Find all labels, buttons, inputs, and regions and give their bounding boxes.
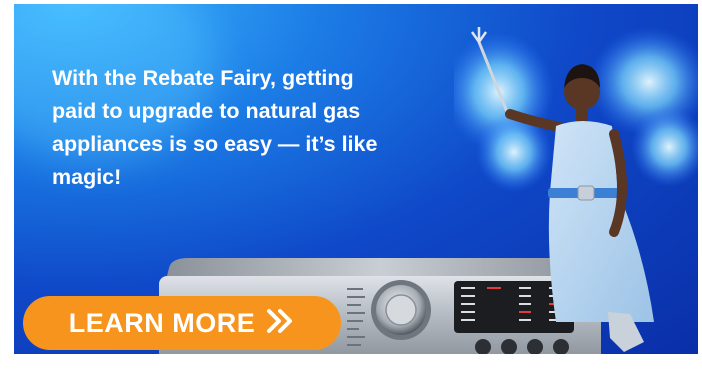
learn-more-label: LEARN MORE bbox=[68, 307, 256, 338]
learn-more-button[interactable]: LEARN MORE bbox=[23, 296, 341, 350]
ad-frame: With the Rebate Fairy, getting paid to u… bbox=[0, 0, 702, 384]
headline: With the Rebate Fairy, getting paid to u… bbox=[52, 66, 378, 189]
double-chevron-right-icon bbox=[265, 308, 295, 339]
rebate-fairy-illustration bbox=[454, 27, 698, 352]
